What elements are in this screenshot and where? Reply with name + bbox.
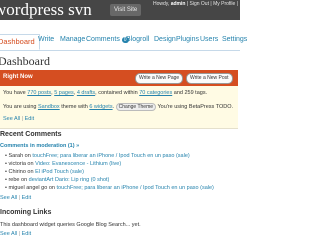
theme-text: . (112, 104, 115, 110)
comment-text: on (19, 177, 29, 183)
tab-plugins[interactable]: Plugins (176, 36, 199, 43)
right-now-footer: See All | Edit (3, 116, 34, 122)
right-now-header: Right Now Write a New Page Write a New P… (0, 70, 238, 86)
see-all-link[interactable]: See All (0, 195, 17, 201)
comment-text: on (25, 169, 36, 175)
comment-author: miguel angel go (8, 185, 48, 191)
theme-text: theme with (59, 104, 90, 110)
list-item: • rebe on deviantArt Dario: Lip ring (0 … (5, 177, 110, 183)
comment-post-link[interactable]: touchFree; para liberar an iPhone / Ipod… (32, 153, 189, 159)
comment-post-link[interactable]: Video: Evanescence - Lithium (live) (35, 161, 121, 167)
comment-post-link[interactable]: touchFree; para liberar an iPhone / Ipod… (57, 185, 214, 191)
list-item: • Chirino on El iPod Touch (sale) (5, 169, 84, 175)
recent-comments-footer: See All | Edit (0, 195, 31, 201)
right-now-title: Right Now (3, 74, 33, 80)
comment-author: Chirino (8, 169, 26, 175)
list-item: • victoria on Video: Evanescence - Lithi… (5, 161, 122, 167)
comment-author: victoria (8, 161, 26, 167)
incoming-links-title: Incoming Links (0, 209, 52, 216)
admin-header: wordpress svn Visit Site Howdy, admin | … (0, 0, 240, 20)
edit-link[interactable]: Edit (25, 116, 34, 122)
my-profile-link[interactable]: My Profile (213, 1, 235, 7)
stats-text: and 259 tags. (172, 90, 208, 96)
stats-text: You have (3, 90, 28, 96)
change-theme-button[interactable]: Change Theme (115, 103, 157, 111)
comment-post-link[interactable]: deviantArt Dario: Lip ring (0 shot) (29, 177, 110, 183)
categories-link[interactable]: 70 categories (139, 90, 172, 96)
comment-text: on (25, 161, 36, 167)
incoming-links-empty: This dashboard widget queries Google Blo… (0, 222, 141, 228)
sign-out-link[interactable]: Sign Out (190, 1, 209, 7)
moderation-link[interactable]: Comments in moderation (1) » (0, 143, 79, 149)
see-all-link[interactable]: See All (3, 116, 20, 122)
incoming-links-footer: See All | Edit (0, 231, 31, 237)
drafts-link[interactable]: 4 drafts (77, 90, 95, 96)
tab-settings[interactable]: Settings (222, 36, 247, 43)
edit-link[interactable]: Edit (22, 195, 31, 201)
right-now-body: You have 770 posts, 5 pages, 4 drafts, c… (0, 86, 238, 129)
tab-manage[interactable]: Manage (60, 36, 85, 43)
pages-link[interactable]: 5 pages (54, 90, 74, 96)
user-info: Howdy, admin | Sign Out | My Profile | (153, 1, 238, 7)
tab-users[interactable]: Users (200, 36, 218, 43)
page-title: Dashboard (0, 54, 50, 68)
tab-write[interactable]: Write (38, 36, 54, 43)
theme-link[interactable]: Sandbox (38, 104, 60, 110)
see-all-link[interactable]: See All (0, 231, 17, 237)
theme-text: You're using BetaPress TODO. (157, 104, 234, 110)
widgets-link[interactable]: 6 widgets (89, 104, 112, 110)
list-item: • miguel angel go on touchFree; para lib… (5, 185, 214, 191)
main-nav: Dashboard Write Manage Comments 0 Blogro… (0, 32, 247, 51)
tab-comments-label: Comments (86, 36, 120, 43)
write-post-button[interactable]: Write a New Post (186, 73, 233, 84)
comment-author: rebe (8, 177, 20, 183)
write-page-button[interactable]: Write a New Page (135, 73, 184, 84)
tab-dashboard[interactable]: Dashboard (0, 34, 40, 50)
stats-line: You have 770 posts, 5 pages, 4 drafts, c… (3, 90, 207, 96)
tab-design[interactable]: Design (154, 36, 176, 43)
visit-site-button[interactable]: Visit Site (110, 4, 142, 16)
userinfo-separator: | (235, 1, 238, 7)
comment-post-link[interactable]: El iPod Touch (sale) (35, 169, 84, 175)
tab-comments[interactable]: Comments 0 (86, 36, 129, 43)
list-item: • Sarah on touchFree; para liberar an iP… (5, 153, 190, 159)
edit-link[interactable]: Edit (22, 231, 31, 237)
theme-line: You are using Sandbox theme with 6 widge… (3, 103, 233, 111)
tab-blogroll[interactable]: Blogroll (126, 36, 149, 43)
greeting: Howdy, (152, 1, 170, 7)
comment-text: on (23, 153, 33, 159)
comment-author: Sarah (8, 153, 24, 159)
posts-link[interactable]: 770 posts (27, 90, 51, 96)
username-link[interactable]: admin (171, 1, 186, 7)
stats-text: , contained within (95, 90, 140, 96)
site-title: wordpress svn (0, 0, 92, 19)
recent-comments-title: Recent Comments (0, 131, 62, 138)
comment-text: on (47, 185, 57, 191)
theme-text: You are using (3, 104, 38, 110)
